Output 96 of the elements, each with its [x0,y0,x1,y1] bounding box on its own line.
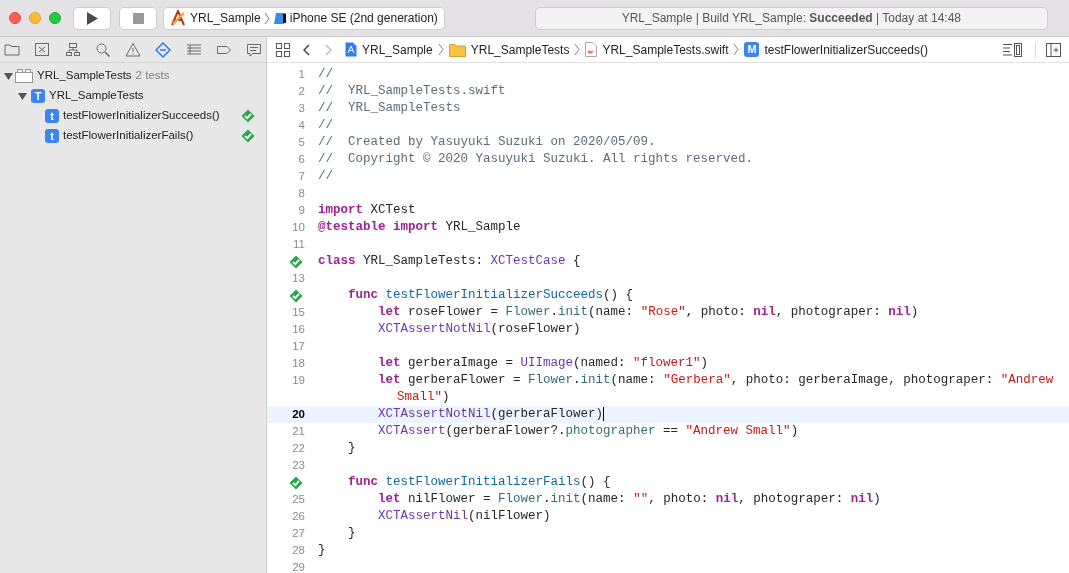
chevron-right-icon [437,43,444,56]
code-line: XCTAssertNotNil(gerberaFlower) [377,406,606,423]
line-number: 25 [292,492,305,507]
search-icon[interactable] [94,41,111,58]
line-number: 26 [292,509,305,524]
code-line: // YRL_SampleTests [318,100,462,117]
device-name: iPhone SE (2nd generation) [289,10,438,27]
breadcrumb-item[interactable]: YRL_Sample [362,40,433,59]
code-line: @testable import YRL_Sample [318,219,522,236]
line-number: 16 [292,322,305,337]
code-line: let gerberaFlower = Flower.init(name: "Gerbera", photo: gerberaImage, photograper: "Andrew Small") [377,372,1055,406]
diamond-minus-icon[interactable] [155,41,172,58]
tree-item-label[interactable]: YRL_SampleTests [49,87,144,105]
test-badge: t [45,129,59,143]
code-line: // [318,66,334,83]
tree-item-label[interactable]: testFlowerInitializerSucceeds() [63,107,220,125]
scheme-name: YRL_Sample [190,10,261,27]
play-icon [86,11,98,25]
code-line: func testFlowerInitializerFails() { [347,474,612,491]
editor-options-icon[interactable] [1003,42,1022,57]
document-icon [345,42,357,57]
code-line: } [318,542,327,559]
chevron-right-icon [263,11,270,25]
line-number: 28 [292,543,305,558]
phone-icon [272,11,287,25]
code-line: let roseFlower = Flower.init(name: "Rose", photo: nil, photograper: nil) [377,304,920,321]
line-number: 17 [292,339,305,354]
code-line: XCTAssertNil(nilFlower) [377,508,552,525]
add-editor-icon[interactable] [1046,42,1061,57]
breadcrumb-item[interactable]: testFlowerInitializerSucceeds() [764,40,928,59]
line-number: 23 [292,458,305,473]
line-number: 7 [298,169,305,184]
code-line: // [318,117,334,134]
code-line: } [347,440,357,457]
line-number: 11 [293,237,305,252]
chevron-right-icon [574,43,581,56]
warning-icon[interactable] [125,41,141,58]
breadcrumb-item[interactable]: YRL_SampleTests [470,40,570,59]
hierarchy-icon[interactable] [64,41,81,58]
line-number: 8 [298,186,305,201]
line-number: 22 [292,441,305,456]
square-x-icon[interactable] [34,41,51,58]
line-number: 29 [292,560,305,573]
zoom-button[interactable] [49,12,61,24]
scheme-selector[interactable]: YRL_Sample iPhone SE (2nd generation) [163,6,445,30]
line-number: 2 [298,84,305,99]
code-line: let gerberaImage = UIImage(named: "flower1") [377,355,710,372]
test-badge: T [31,89,45,103]
tree-item-label[interactable]: testFlowerInitializerFails() [63,127,194,145]
code-line: XCTAssertNotNil(roseFlower) [377,321,582,338]
test-bundle-icon [15,69,33,83]
method-badge: M [744,42,760,57]
folder-icon [448,42,466,57]
code-line: class YRL_SampleTests: XCTestCase { [318,253,582,270]
code-line: // Created by Yasuyuki Suzuki on 2020/05/09. [318,134,657,151]
line-number: 19 [292,373,305,388]
line-number: 5 [298,135,305,150]
code-line: } [347,525,357,542]
tree-item-label[interactable]: YRL_SampleTests [37,67,132,85]
line-number: 15 [292,305,305,320]
list-icon[interactable] [185,41,202,58]
speech-bubble-icon[interactable] [246,41,262,58]
test-count: 2 tests [135,68,170,84]
line-number: 21 [292,424,305,439]
breadcrumb-item[interactable]: YRL_SampleTests.swift [602,40,729,59]
line-number: 9 [298,203,305,218]
code-line: func testFlowerInitializerSucceeds() { [347,287,635,304]
code-line: let nilFlower = Flower.init(name: "", photo: nil, photograper: nil) [377,491,882,508]
disclosure-triangle-down-icon[interactable] [4,71,13,81]
line-number: 20 [292,407,305,422]
line-number: 13 [292,271,305,286]
test-badge: t [45,109,59,123]
line-number: 3 [298,101,305,116]
line-number: 18 [292,356,305,371]
back-icon[interactable] [303,43,310,56]
line-number: 6 [298,152,305,167]
close-button[interactable] [9,12,21,24]
stop-icon [132,12,144,24]
line-number: 1 [298,67,305,82]
chevron-right-icon [733,43,740,56]
folder-icon[interactable] [4,41,20,58]
disclosure-triangle-down-icon[interactable] [18,91,27,101]
line-number: 4 [298,118,305,133]
code-line: XCTAssert(gerberaFlower?.photographer == "Andrew Small") [377,423,800,440]
grid-icon[interactable] [276,42,290,57]
file-icon [585,42,598,57]
code-line: // Copyright © 2020 Yasuyuki Suzuki. All rights reserved. [318,151,755,168]
code-line: import XCTest [318,202,417,219]
code-line: // YRL_SampleTests.swift [318,83,507,100]
run-button[interactable] [73,6,111,30]
line-number: 27 [292,526,305,541]
build-status-text: YRL_Sample | Build YRL_Sample: Succeeded | Today at 14:48 [621,10,961,27]
stop-button[interactable] [119,6,157,30]
code-line: // [318,168,334,185]
ruler-pencil-icon [170,10,187,26]
line-number: 10 [292,220,305,235]
